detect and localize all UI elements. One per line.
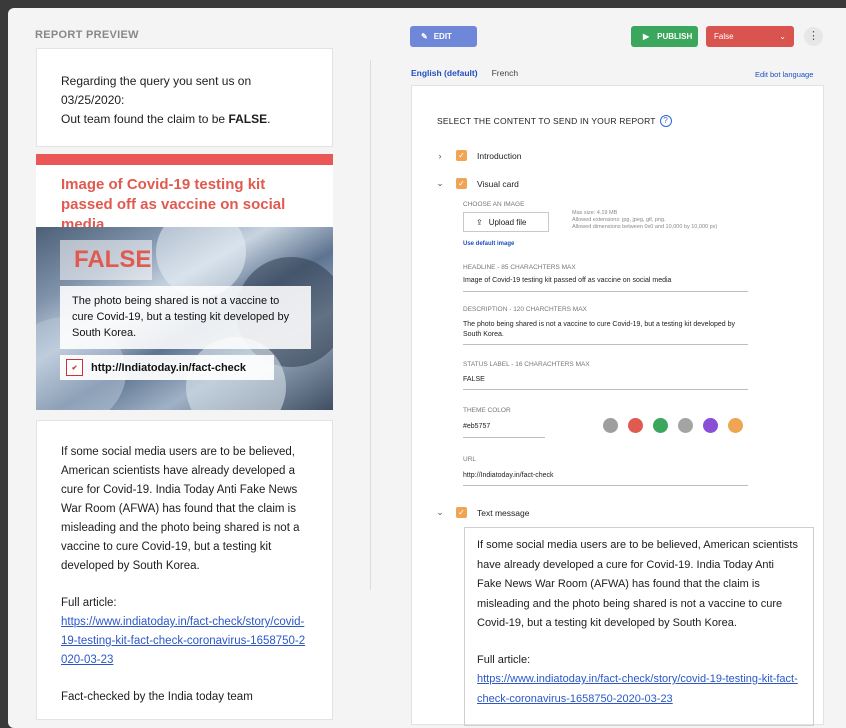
intro-line1: Regarding the query you sent us on xyxy=(61,74,252,88)
visual-card-url: ✔ http://Indiatoday.in/fact-check xyxy=(60,355,274,380)
status-select-value: False xyxy=(714,32,734,41)
chevron-down-icon: ⌄ xyxy=(779,32,786,41)
edit-icon: ✎ xyxy=(421,32,428,41)
status-label: STATUS LABEL - 16 CHARACHTERS MAX xyxy=(463,361,590,368)
visual-card-status: FALSE xyxy=(60,240,152,280)
report-preview-title: REPORT PREVIEW xyxy=(35,29,139,41)
visual-card-preview: Image of Covid-19 testing kit passed off… xyxy=(36,154,333,410)
description-label: DESCRIPTION - 120 CHARCHTERS MAX xyxy=(463,306,587,313)
status-select[interactable]: False ⌄ xyxy=(706,26,794,47)
text-message-editor-link[interactable]: https://www.indiatoday.in/fact-check/sto… xyxy=(477,673,798,705)
theme-color-bar xyxy=(36,154,333,165)
theme-color-underline xyxy=(463,437,545,438)
text-message-editor-body: If some social media users are to be bel… xyxy=(477,539,798,629)
publish-button-label: PUBLISH xyxy=(657,32,693,41)
url-underline xyxy=(463,485,748,486)
visual-card-image: FALSE The photo being shared is not a va… xyxy=(36,227,333,410)
intro-verdict: FALSE xyxy=(228,112,268,126)
app-window: REPORT PREVIEW Regarding the query you s… xyxy=(8,8,846,728)
text-message-body: If some social media users are to be bel… xyxy=(61,446,300,572)
headline-label: HEADLINE - 85 CHARACHTERS MAX xyxy=(463,264,576,271)
upload-file-label: Upload file xyxy=(488,217,527,227)
chevron-down-icon[interactable]: ⌄ xyxy=(434,507,446,518)
theme-color-label: THEME COLOR xyxy=(463,407,511,414)
panel-title: SELECT THE CONTENT TO SEND IN YOUR REPOR… xyxy=(437,115,672,127)
max-size-text: Max size: 4.19 MB xyxy=(572,210,618,216)
help-icon[interactable]: ? xyxy=(659,115,672,127)
visual-card-url-text: http://Indiatoday.in/fact-check xyxy=(91,361,247,374)
full-article-label: Full article: xyxy=(61,597,117,609)
upload-icon: ⇪ xyxy=(476,217,483,227)
content-panel: SELECT THE CONTENT TO SEND IN YOUR REPOR… xyxy=(411,85,824,726)
intro-card: Regarding the query you sent us on 03/25… xyxy=(36,48,333,147)
use-default-image-link[interactable]: Use default image xyxy=(463,241,514,247)
color-swatch[interactable] xyxy=(678,418,693,433)
description-input[interactable]: The photo being shared is not a vaccine … xyxy=(463,320,753,340)
intro-line3-suffix: . xyxy=(267,112,271,126)
signature: Fact-checked by the India today team xyxy=(61,691,253,703)
url-input[interactable]: http://Indiatoday.in/fact-check xyxy=(463,471,554,481)
text-message-preview: If some social media users are to be bel… xyxy=(36,420,333,720)
publish-button[interactable]: ▶ PUBLISH xyxy=(631,26,698,47)
edit-button[interactable]: ✎ EDIT xyxy=(410,26,477,47)
play-icon: ▶ xyxy=(643,32,650,41)
color-swatch[interactable] xyxy=(653,418,668,433)
status-underline xyxy=(463,389,748,390)
intro-line2: 03/25/2020: xyxy=(61,93,125,107)
intro-line3-prefix: Out team found the claim to be xyxy=(61,112,229,126)
visual-card-headline: Image of Covid-19 testing kit passed off… xyxy=(61,176,286,233)
color-swatch[interactable] xyxy=(703,418,718,433)
color-swatch[interactable] xyxy=(628,418,643,433)
headline-underline xyxy=(463,291,748,292)
url-label: URL xyxy=(463,456,477,463)
column-divider xyxy=(370,60,371,590)
panel-title-text: SELECT THE CONTENT TO SEND IN YOUR REPOR… xyxy=(437,116,656,126)
chevron-down-icon[interactable]: ⌄ xyxy=(434,178,446,189)
text-message-label: Text message xyxy=(477,507,530,518)
section-introduction[interactable]: › ✓ Introduction xyxy=(434,150,521,161)
visual-card-checkbox[interactable]: ✓ xyxy=(456,178,467,189)
image-constraints: Max size: 4.19 MB Allowed extensions: jp… xyxy=(572,210,717,231)
section-text-message[interactable]: ⌄ ✓ Text message xyxy=(434,507,529,518)
extensions-text: Allowed extensions: jpg, jpeg, gif, png. xyxy=(572,217,666,223)
intro-line3: Out team found the claim to be FALSE. xyxy=(61,110,308,129)
more-options-icon[interactable]: ⋮ xyxy=(804,27,823,46)
dimensions-text: Allowed dimensions between 0x0 and 10,00… xyxy=(572,224,718,230)
tab-french[interactable]: French xyxy=(492,68,518,78)
text-message-textarea[interactable]: If some social media users are to be bel… xyxy=(464,527,814,726)
edit-button-label: EDIT xyxy=(433,32,452,41)
description-underline xyxy=(463,344,748,345)
theme-color-input[interactable]: #eb5757 xyxy=(463,422,490,432)
fact-check-logo: ✔ xyxy=(66,359,83,376)
article-link[interactable]: https://www.indiatoday.in/fact-check/sto… xyxy=(61,616,305,666)
upload-file-button[interactable]: ⇪ Upload file xyxy=(463,212,549,232)
chevron-right-icon[interactable]: › xyxy=(434,151,446,161)
introduction-label: Introduction xyxy=(477,150,522,161)
section-visual-card[interactable]: ⌄ ✓ Visual card xyxy=(434,178,519,189)
choose-image-label: CHOOSE AN IMAGE xyxy=(463,201,525,208)
status-input[interactable]: FALSE xyxy=(463,375,485,385)
color-swatch[interactable] xyxy=(728,418,743,433)
text-message-editor-full-article: Full article: xyxy=(477,653,531,666)
visual-card-description: The photo being shared is not a vaccine … xyxy=(60,286,311,349)
color-swatch[interactable] xyxy=(603,418,618,433)
tab-english[interactable]: English (default) xyxy=(411,68,478,78)
edit-bot-language-link[interactable]: Edit bot language xyxy=(755,70,813,79)
text-message-checkbox[interactable]: ✓ xyxy=(456,507,467,518)
language-tabs: English (default) French xyxy=(411,68,518,78)
visual-card-label: Visual card xyxy=(477,178,519,189)
headline-input[interactable]: Image of Covid-19 testing kit passed off… xyxy=(463,276,748,286)
introduction-checkbox[interactable]: ✓ xyxy=(456,150,467,161)
